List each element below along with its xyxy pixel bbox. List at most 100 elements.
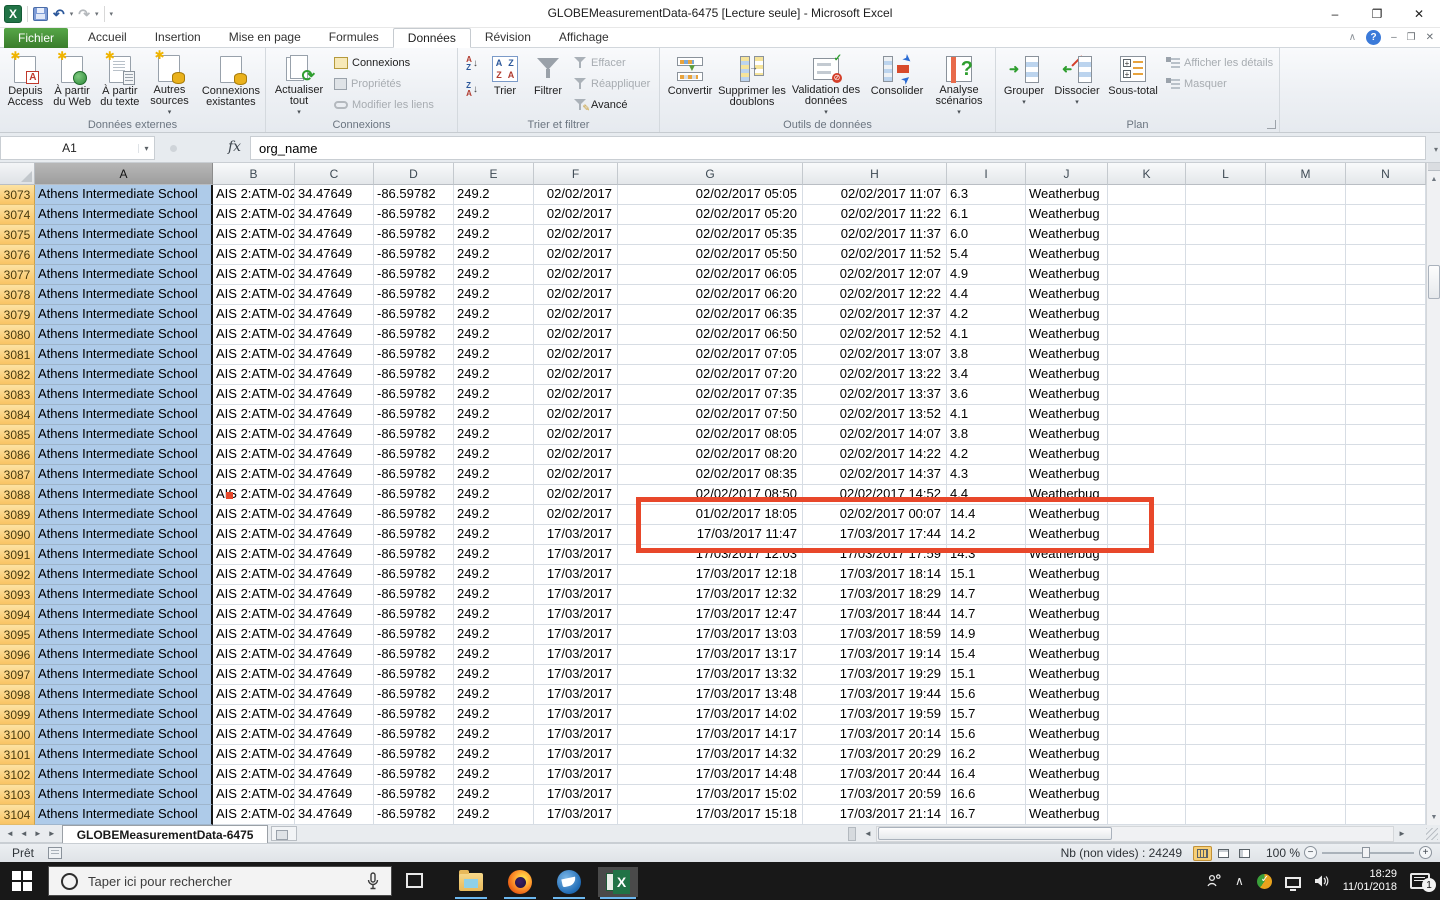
- cell-e3085[interactable]: 249.2: [454, 425, 534, 445]
- cell-n3104[interactable]: [1346, 805, 1426, 825]
- consolidate-button[interactable]: ➤ ➤ Consolider: [866, 50, 928, 118]
- cell-k3074[interactable]: [1108, 205, 1186, 225]
- cell-e3102[interactable]: 249.2: [454, 765, 534, 785]
- cell-n3077[interactable]: [1346, 265, 1426, 285]
- cell-c3080[interactable]: 34.47649: [295, 325, 374, 345]
- column-header-c[interactable]: C: [295, 163, 374, 185]
- cell-h3097[interactable]: 17/03/2017 19:29: [803, 665, 947, 685]
- cell-m3101[interactable]: [1266, 745, 1346, 765]
- cell-m3088[interactable]: [1266, 485, 1346, 505]
- people-icon[interactable]: [1206, 874, 1222, 888]
- cell-k3086[interactable]: [1108, 445, 1186, 465]
- cell-k3077[interactable]: [1108, 265, 1186, 285]
- cell-j3096[interactable]: Weatherbug: [1026, 645, 1108, 665]
- taskbar-thunderbird[interactable]: [549, 867, 589, 897]
- row-header-3081[interactable]: 3081: [0, 345, 35, 365]
- cell-f3091[interactable]: 17/03/2017: [534, 545, 618, 565]
- cell-c3094[interactable]: 34.47649: [295, 605, 374, 625]
- cell-k3075[interactable]: [1108, 225, 1186, 245]
- cell-b3073[interactable]: AIS 2:ATM-02: [213, 185, 295, 205]
- row-header-3084[interactable]: 3084: [0, 405, 35, 425]
- dialog-launcher-icon[interactable]: [1267, 120, 1276, 129]
- taskbar-firefox[interactable]: [500, 867, 540, 897]
- cell-c3090[interactable]: 34.47649: [295, 525, 374, 545]
- cell-i3087[interactable]: 4.3: [947, 465, 1026, 485]
- page-break-view-button[interactable]: [1235, 846, 1254, 861]
- cell-f3084[interactable]: 02/02/2017: [534, 405, 618, 425]
- cell-d3093[interactable]: -86.59782: [374, 585, 454, 605]
- row-header-3089[interactable]: 3089: [0, 505, 35, 525]
- cell-c3096[interactable]: 34.47649: [295, 645, 374, 665]
- cell-g3076[interactable]: 02/02/2017 05:50: [618, 245, 803, 265]
- cell-h3086[interactable]: 02/02/2017 14:22: [803, 445, 947, 465]
- restore-button[interactable]: ❐: [1356, 0, 1398, 28]
- cell-f3077[interactable]: 02/02/2017: [534, 265, 618, 285]
- cell-n3078[interactable]: [1346, 285, 1426, 305]
- cell-b3103[interactable]: AIS 2:ATM-02: [213, 785, 295, 805]
- cell-g3087[interactable]: 02/02/2017 08:35: [618, 465, 803, 485]
- cell-h3085[interactable]: 02/02/2017 14:07: [803, 425, 947, 445]
- edit-links-button[interactable]: Modifier les liens: [334, 96, 434, 113]
- zoom-level[interactable]: 100 %: [1266, 846, 1300, 860]
- cell-a3098[interactable]: Athens Intermediate School: [35, 685, 213, 705]
- clear-filter-button[interactable]: Effacer: [574, 54, 650, 71]
- cell-a3091[interactable]: Athens Intermediate School: [35, 545, 213, 565]
- cell-b3104[interactable]: AIS 2:ATM-02: [213, 805, 295, 825]
- cell-c3092[interactable]: 34.47649: [295, 565, 374, 585]
- cell-a3076[interactable]: Athens Intermediate School: [35, 245, 213, 265]
- cell-n3087[interactable]: [1346, 465, 1426, 485]
- cell-h3103[interactable]: 17/03/2017 20:59: [803, 785, 947, 805]
- cell-n3101[interactable]: [1346, 745, 1426, 765]
- cell-i3100[interactable]: 15.6: [947, 725, 1026, 745]
- cell-m3100[interactable]: [1266, 725, 1346, 745]
- cell-i3085[interactable]: 3.8: [947, 425, 1026, 445]
- cell-h3102[interactable]: 17/03/2017 20:44: [803, 765, 947, 785]
- cell-g3073[interactable]: 02/02/2017 05:05: [618, 185, 803, 205]
- cell-a3097[interactable]: Athens Intermediate School: [35, 665, 213, 685]
- cell-a3082[interactable]: Athens Intermediate School: [35, 365, 213, 385]
- row-header-3087[interactable]: 3087: [0, 465, 35, 485]
- cell-f3103[interactable]: 17/03/2017: [534, 785, 618, 805]
- cell-j3084[interactable]: Weatherbug: [1026, 405, 1108, 425]
- cell-d3088[interactable]: -86.59782: [374, 485, 454, 505]
- row-header-3073[interactable]: 3073: [0, 185, 35, 205]
- cell-e3086[interactable]: 249.2: [454, 445, 534, 465]
- cell-e3104[interactable]: 249.2: [454, 805, 534, 825]
- cell-b3078[interactable]: AIS 2:ATM-02: [213, 285, 295, 305]
- cell-n3074[interactable]: [1346, 205, 1426, 225]
- cell-e3090[interactable]: 249.2: [454, 525, 534, 545]
- from-access-button[interactable]: ✱ A Depuis Access: [2, 50, 49, 118]
- cell-n3100[interactable]: [1346, 725, 1426, 745]
- from-text-button[interactable]: ✱ À partir du texte: [95, 50, 144, 118]
- tab-split-handle[interactable]: [848, 827, 856, 841]
- cell-c3087[interactable]: 34.47649: [295, 465, 374, 485]
- cell-n3103[interactable]: [1346, 785, 1426, 805]
- cell-g3100[interactable]: 17/03/2017 14:17: [618, 725, 803, 745]
- cell-e3077[interactable]: 249.2: [454, 265, 534, 285]
- cell-f3089[interactable]: 02/02/2017: [534, 505, 618, 525]
- cell-a3078[interactable]: Athens Intermediate School: [35, 285, 213, 305]
- cell-d3097[interactable]: -86.59782: [374, 665, 454, 685]
- workbook-restore-icon[interactable]: ❐: [1407, 32, 1416, 43]
- cell-b3081[interactable]: AIS 2:ATM-02: [213, 345, 295, 365]
- workbook-close-icon[interactable]: ✕: [1426, 32, 1434, 43]
- cell-b3082[interactable]: AIS 2:ATM-02: [213, 365, 295, 385]
- column-header-d[interactable]: D: [374, 163, 454, 185]
- cell-m3102[interactable]: [1266, 765, 1346, 785]
- cell-i3076[interactable]: 5.4: [947, 245, 1026, 265]
- cell-k3103[interactable]: [1108, 785, 1186, 805]
- cell-h3082[interactable]: 02/02/2017 13:22: [803, 365, 947, 385]
- cell-j3073[interactable]: Weatherbug: [1026, 185, 1108, 205]
- cell-a3087[interactable]: Athens Intermediate School: [35, 465, 213, 485]
- cell-l3097[interactable]: [1186, 665, 1266, 685]
- name-box[interactable]: A1 ▾: [0, 136, 155, 160]
- cell-e3097[interactable]: 249.2: [454, 665, 534, 685]
- cell-e3096[interactable]: 249.2: [454, 645, 534, 665]
- cell-j3098[interactable]: Weatherbug: [1026, 685, 1108, 705]
- cell-m3075[interactable]: [1266, 225, 1346, 245]
- cell-a3095[interactable]: Athens Intermediate School: [35, 625, 213, 645]
- cell-f3102[interactable]: 17/03/2017: [534, 765, 618, 785]
- cell-e3084[interactable]: 249.2: [454, 405, 534, 425]
- tab-accueil[interactable]: Accueil: [74, 28, 141, 48]
- cell-k3078[interactable]: [1108, 285, 1186, 305]
